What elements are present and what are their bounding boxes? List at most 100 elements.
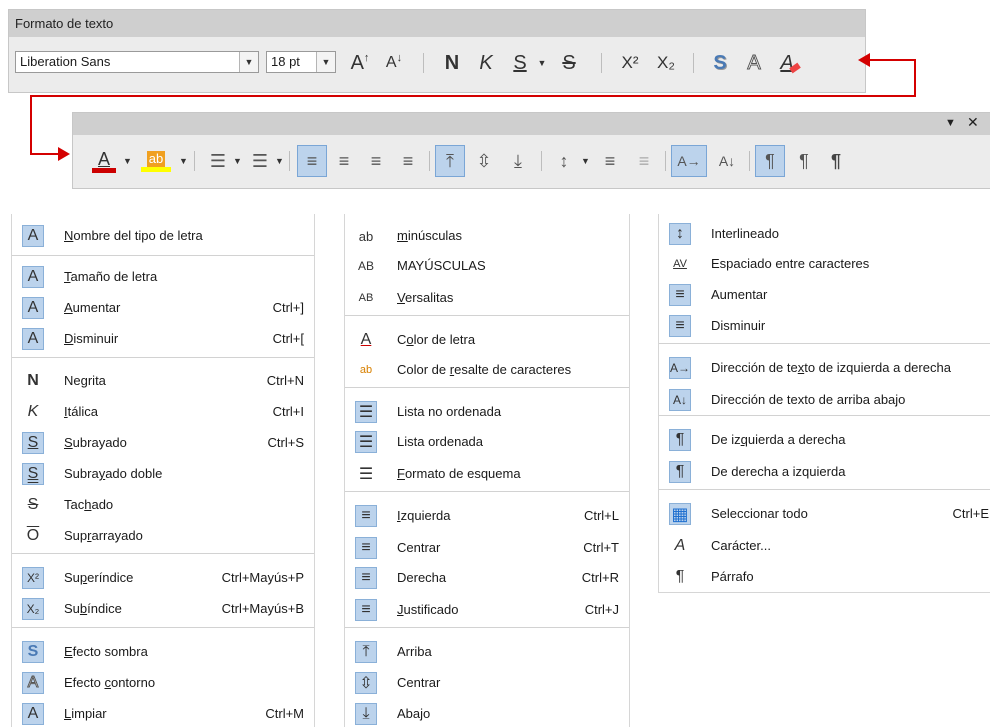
menu-item[interactable]: ☰ Lista ordenada [345, 428, 629, 456]
menu-item[interactable]: ¶ De izquierda a derecha [659, 426, 990, 454]
menu-item[interactable]: ⇳ Centrar [345, 669, 629, 697]
menu-item[interactable]: A↓ Dirección de texto de arriba abajo [659, 386, 990, 414]
shadow-icon[interactable]: S [705, 46, 735, 80]
menu-item-label: minúsculas [397, 228, 463, 243]
align-top-icon[interactable]: ⤒ [435, 145, 465, 177]
unordered-list-icon[interactable]: ☰ [203, 145, 233, 177]
align-middle-icon: ⇳ [355, 672, 377, 694]
paragraph-marks-icon[interactable]: ¶ [821, 145, 851, 177]
align-right-icon[interactable]: ≡ [361, 145, 391, 177]
separator [429, 151, 430, 171]
grow-font-icon[interactable]: A ↑ [345, 46, 375, 80]
menu-item[interactable]: ⤒ Arriba [345, 638, 629, 666]
menu-item[interactable]: A Carácter... [659, 532, 990, 560]
menu-item[interactable]: ☰ Formato de esquema [345, 460, 629, 488]
menu-item-label: Disminuir [711, 318, 766, 333]
chevron-down-icon[interactable]: ▼ [581, 145, 590, 177]
menu-item[interactable]: S Tachado [12, 491, 314, 519]
menu-item[interactable]: ≡ Aumentar [659, 281, 990, 309]
menu-item[interactable]: ¶ Párrafo [659, 563, 990, 591]
font-name-icon: A [22, 225, 44, 247]
menu-item[interactable]: ab Color de resalte de caracteres [345, 356, 629, 384]
menu-item[interactable]: X₂ Subíndice Ctrl+Mayús+B [12, 595, 314, 623]
menu-item[interactable]: ab minúsculas [345, 222, 629, 250]
chevron-down-icon[interactable]: ▼ [233, 145, 242, 177]
subscript-icon[interactable]: X₂ [649, 46, 683, 80]
chevron-down-icon[interactable]: ▼ [123, 145, 132, 177]
separator [541, 151, 542, 171]
menu-item[interactable]: ¶ De derecha a izquierda [659, 458, 990, 486]
menu-item[interactable]: N Negrita Ctrl+N [12, 367, 314, 395]
menu-item[interactable]: A Efecto contorno [12, 669, 314, 697]
chevron-down-icon[interactable]: ▼ [239, 52, 258, 72]
arrow-left-icon [858, 53, 870, 67]
text-ltr-icon[interactable]: A→ [671, 145, 707, 177]
menu-item[interactable]: ≡ Derecha Ctrl+R [345, 564, 629, 592]
menu-item[interactable]: A Color de letra [345, 326, 629, 354]
clear-format-icon[interactable]: A [775, 46, 805, 80]
close-icon[interactable]: ✕ [967, 114, 979, 131]
align-left-icon[interactable]: ≡ [297, 145, 327, 177]
outline-icon[interactable]: A [739, 46, 769, 80]
separator [423, 53, 424, 73]
superscript-icon[interactable]: X² [613, 46, 647, 80]
menu-item[interactable]: AB MAYÚSCULAS [345, 252, 629, 280]
separator [289, 151, 290, 171]
menu-item[interactable]: ≡ Justificado Ctrl+J [345, 596, 629, 624]
ordered-list-icon[interactable]: ☰ [245, 145, 275, 177]
font-name-combo[interactable]: Liberation Sans ▼ [15, 51, 259, 73]
char-highlight-icon[interactable]: ab [139, 145, 173, 177]
menu-item[interactable]: ≡ Disminuir [659, 312, 990, 340]
justify-icon[interactable]: ≡ [393, 145, 423, 177]
menu-item[interactable]: ≡ Centrar Ctrl+T [345, 534, 629, 562]
menu-item[interactable]: A Aumentar Ctrl+] [12, 294, 314, 322]
separator [194, 151, 195, 171]
italic-icon[interactable]: K [471, 46, 501, 80]
text-ttb-icon[interactable]: A↓ [709, 145, 745, 177]
chevron-down-icon[interactable]: ▼ [179, 145, 188, 177]
menu-item[interactable]: S Subrayado doble [12, 460, 314, 488]
menu-item[interactable]: A→ Dirección de texto de izquierda a dere… [659, 354, 990, 382]
menu-item[interactable]: ↕ Interlineado [659, 220, 990, 248]
strikethrough-icon[interactable]: S [554, 46, 584, 80]
menu-item[interactable]: A Disminuir Ctrl+[ [12, 325, 314, 353]
menu-item[interactable]: A Tamaño de letra [12, 263, 314, 291]
chevron-down-icon[interactable]: ▼ [316, 52, 335, 72]
arrow-right-icon [58, 147, 70, 161]
menu-item[interactable]: AB Versalitas [345, 284, 629, 312]
paragraph-rtl-icon[interactable]: ¶ [789, 145, 819, 177]
align-center-icon[interactable]: ≡ [329, 145, 359, 177]
chevron-down-icon[interactable]: ▼ [534, 46, 550, 80]
menu-item[interactable]: O Suprarrayado [12, 522, 314, 550]
line-spacing-icon[interactable]: ↕ [549, 145, 579, 177]
menu-item-label: Itálica [64, 404, 98, 419]
bold-icon[interactable]: N [437, 46, 467, 80]
menu-item[interactable]: S Efecto sombra [12, 638, 314, 666]
toolbar-menu-icon[interactable]: ▼ [945, 117, 956, 129]
increase-spacing-icon[interactable]: ≡ [595, 145, 625, 177]
menu-item[interactable]: ⤓ Abajo [345, 700, 629, 728]
font-size-combo[interactable]: 18 pt ▼ [266, 51, 336, 73]
text-format-toolbar-2: ▼ ✕ A ▼ ab ▼ ☰ ▼ ☰ ▼ ≡ ≡ ≡ ≡ ⤒ ⇳ ⤓ ↕ ▼ ≡… [72, 112, 990, 189]
menu-item[interactable]: ≡ Izquierda Ctrl+L [345, 502, 629, 530]
menu-item[interactable]: K Itálica Ctrl+I [12, 398, 314, 426]
align-middle-icon[interactable]: ⇳ [469, 145, 499, 177]
menu-item-label: Nombre del tipo de letra [64, 228, 203, 243]
decrease-spacing-icon[interactable]: ≡ [629, 145, 659, 177]
menu-item[interactable]: S Subrayado Ctrl+S [12, 429, 314, 457]
menu-item[interactable]: X² Superíndice Ctrl+Mayús+P [12, 564, 314, 592]
underline-icon[interactable]: S [505, 46, 535, 80]
decrease-spacing-icon: ≡ [669, 315, 691, 337]
align-bottom-icon[interactable]: ⤓ [503, 145, 533, 177]
menu-separator [345, 387, 629, 388]
shrink-font-icon[interactable]: A ↓ [379, 46, 409, 80]
menu-item[interactable]: ☰ Lista no ordenada [345, 398, 629, 426]
chevron-down-icon[interactable]: ▼ [275, 145, 284, 177]
menu-item[interactable]: AV Espaciado entre caracteres [659, 250, 990, 278]
unordered-list-icon: ☰ [355, 401, 377, 423]
menu-item[interactable]: A Limpiar Ctrl+M [12, 700, 314, 728]
font-color-icon[interactable]: A [89, 145, 119, 177]
menu-item[interactable]: A Nombre del tipo de letra [12, 222, 314, 250]
menu-item[interactable]: ▦ Seleccionar todo Ctrl+E [659, 500, 990, 528]
paragraph-ltr-icon[interactable]: ¶ [755, 145, 785, 177]
